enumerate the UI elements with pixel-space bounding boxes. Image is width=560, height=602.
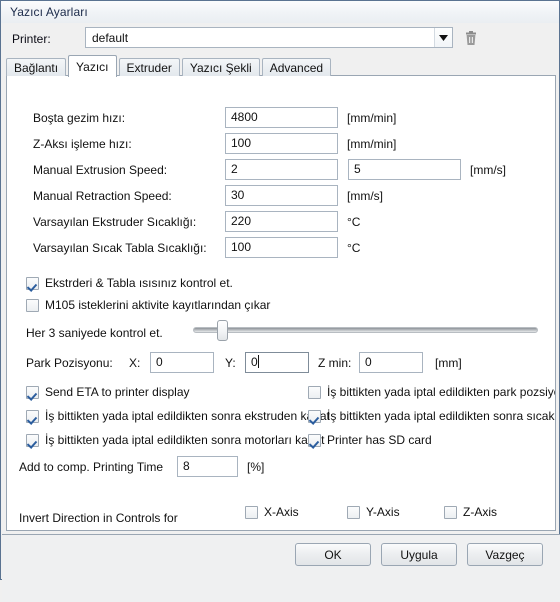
ok-button[interactable]: OK	[295, 543, 371, 566]
add-printing-time-unit: [%]	[247, 460, 265, 474]
invert-x-axis-label: X-Axis	[264, 505, 299, 519]
manual-retraction-speed-label: Manual Retraction Speed:	[33, 189, 172, 203]
tab-baglanti[interactable]: Bağlantı	[6, 58, 67, 76]
tab-label: Yazıcı	[76, 59, 109, 74]
add-printing-time-label: Add to comp. Printing Time	[19, 460, 164, 474]
park-y-value: 0	[251, 355, 258, 369]
tab-strip: Bağlantı Yazıcı Extruder Yazıcı Şekli Ad…	[6, 54, 556, 77]
printer-combobox-value: default	[92, 30, 129, 45]
checkbox-icon[interactable]	[245, 505, 258, 519]
default-bed-temp-input[interactable]: 100	[225, 237, 338, 258]
z-axis-speed-input[interactable]: 100	[225, 133, 338, 154]
trash-icon[interactable]	[462, 29, 480, 47]
checkbox-icon[interactable]	[308, 385, 321, 399]
checkbox-icon[interactable]	[26, 433, 39, 447]
goto-park-position-row[interactable]: İş bittikten yada iptal edildikten park …	[308, 385, 555, 399]
printer-combobox[interactable]: default	[85, 27, 453, 48]
z-axis-speed-unit: [mm/min]	[347, 137, 397, 151]
invert-direction-label: Invert Direction in Controls for	[19, 511, 178, 525]
check-temps-label: Ekstrderi & Tabla ısısınız kontrol et.	[45, 276, 233, 290]
add-printing-time-input[interactable]: 8	[177, 456, 238, 477]
checkbox-icon[interactable]	[308, 409, 321, 423]
check-interval-label: Her 3 saniyede kontrol et.	[26, 326, 163, 340]
default-extruder-temp-unit: °C	[347, 215, 361, 229]
chevron-down-icon[interactable]	[434, 28, 452, 47]
park-unit: [mm]	[435, 356, 462, 370]
text-caret	[257, 355, 259, 368]
checkbox-icon[interactable]	[308, 433, 321, 447]
tab-yazici[interactable]: Yazıcı	[68, 55, 117, 77]
send-eta-label: Send ETA to printer display	[45, 385, 190, 399]
tab-label: Advanced	[269, 60, 324, 75]
manual-retraction-speed-input[interactable]: 30	[225, 185, 338, 206]
travel-speed-unit: [mm/min]	[347, 111, 397, 125]
park-x-input[interactable]: 0	[150, 352, 214, 373]
turn-off-bed-label: İş bittikten yada iptal edildikten sonra…	[327, 409, 555, 423]
park-z-input[interactable]: 0	[359, 352, 423, 373]
z-axis-speed-label: Z-Aksı işleme hızı:	[33, 137, 132, 151]
default-extruder-temp-label: Varsayılan Ekstruder Sıcaklığı:	[33, 215, 197, 229]
goto-park-position-label: İş bittikten yada iptal edildikten park …	[327, 385, 555, 399]
manual-extrusion-speed-label: Manual Extrusion Speed:	[33, 163, 168, 177]
dialog-button-bar: OK Uygula Vazgeç	[2, 534, 560, 602]
printer-has-sd-card-row[interactable]: Printer has SD card	[308, 433, 432, 447]
printer-settings-dialog: Yazıcı Ayarları Printer: default Bağlant…	[0, 0, 560, 602]
manual-extrusion-speed-input-1[interactable]: 2	[225, 159, 338, 180]
park-position-label: Park Pozisyonu:	[26, 356, 113, 370]
remove-m105-row[interactable]: M105 isteklerini aktivite kayıtlarından …	[26, 298, 270, 312]
title-bar: Yazıcı Ayarları	[1, 1, 559, 23]
park-y-input[interactable]: 0	[245, 352, 309, 373]
tab-label: Yazıcı Şekli	[189, 60, 252, 75]
checkbox-icon[interactable]	[26, 409, 39, 423]
default-bed-temp-unit: °C	[347, 241, 361, 255]
manual-extrusion-speed-input-2[interactable]: 5	[348, 159, 461, 180]
check-interval-slider[interactable]	[193, 320, 538, 341]
checkbox-icon[interactable]	[26, 385, 39, 399]
invert-z-axis-row[interactable]: Z-Axis	[444, 505, 497, 519]
invert-y-axis-label: Y-Axis	[366, 505, 400, 519]
manual-retraction-speed-unit: [mm/s]	[347, 189, 383, 203]
slider-thumb[interactable]	[217, 320, 228, 341]
turn-off-extruder-row[interactable]: İş bittikten yada iptal edildikten sonra…	[26, 409, 330, 423]
tab-advanced[interactable]: Advanced	[261, 58, 332, 76]
default-extruder-temp-input[interactable]: 220	[225, 211, 338, 232]
manual-extrusion-speed-unit: [mm/s]	[470, 163, 506, 177]
printer-has-sd-card-label: Printer has SD card	[327, 433, 432, 447]
apply-button[interactable]: Uygula	[381, 543, 457, 566]
checkbox-icon[interactable]	[444, 505, 457, 519]
tab-label: Extruder	[126, 60, 172, 75]
checkbox-icon[interactable]	[26, 298, 39, 312]
default-bed-temp-label: Varsayılan Sıcak Tabla Sıcaklığı:	[33, 241, 207, 255]
invert-y-axis-row[interactable]: Y-Axis	[347, 505, 400, 519]
turn-off-extruder-label: İş bittikten yada iptal edildikten sonra…	[45, 409, 330, 423]
cancel-button[interactable]: Vazgeç	[467, 543, 543, 566]
turn-off-motors-label: İş bittikten yada iptal edildikten sonra…	[45, 433, 325, 447]
park-y-label: Y:	[225, 356, 236, 370]
check-temps-row[interactable]: Ekstrderi & Tabla ısısınız kontrol et.	[26, 276, 233, 290]
checkbox-icon[interactable]	[347, 505, 360, 519]
remove-m105-label: M105 isteklerini aktivite kayıtlarından …	[45, 298, 271, 312]
tab-label: Bağlantı	[14, 60, 59, 75]
checkbox-icon[interactable]	[26, 276, 39, 290]
travel-speed-input[interactable]: 4800	[225, 107, 338, 128]
invert-x-axis-row[interactable]: X-Axis	[245, 505, 299, 519]
invert-z-axis-label: Z-Axis	[463, 505, 497, 519]
send-eta-row[interactable]: Send ETA to printer display	[26, 385, 190, 399]
printer-label: Printer:	[12, 32, 51, 46]
slider-track[interactable]	[193, 327, 538, 333]
tab-extruder[interactable]: Extruder	[118, 58, 180, 76]
window-title: Yazıcı Ayarları	[10, 5, 88, 19]
tab-yazici-sekli[interactable]: Yazıcı Şekli	[181, 58, 260, 76]
dialog-client-area: Printer: default Bağlantı Yazıcı Extrude…	[1, 23, 560, 602]
yazici-tab-panel: Boşta gezim hızı: 4800 [mm/min] Z-Aksı i…	[6, 75, 556, 531]
printer-selection-row: Printer: default	[1, 27, 560, 53]
travel-speed-label: Boşta gezim hızı:	[33, 111, 126, 125]
park-z-label: Z min:	[318, 356, 352, 370]
turn-off-motors-row[interactable]: İş bittikten yada iptal edildikten sonra…	[26, 433, 324, 447]
turn-off-bed-row[interactable]: İş bittikten yada iptal edildikten sonra…	[308, 409, 555, 423]
park-x-label: X:	[129, 356, 141, 370]
